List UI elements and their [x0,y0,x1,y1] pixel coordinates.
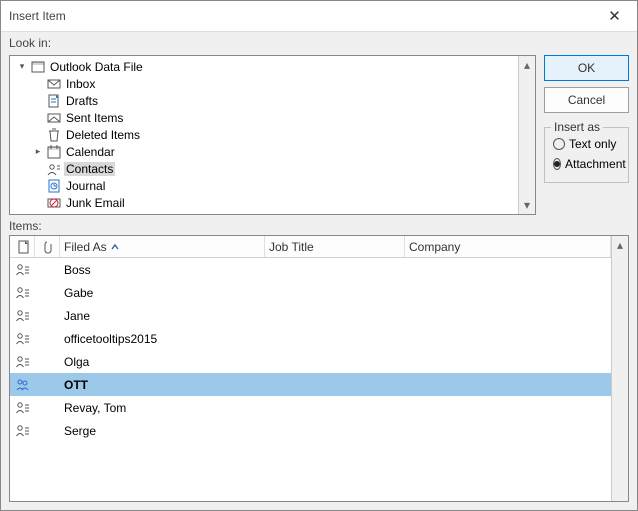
tree-item-label: Journal [64,179,107,193]
table-row[interactable]: Gabe [10,281,611,304]
items-grid[interactable]: Filed As Job Title Company Boss Gabe Jane o… [9,235,629,502]
radio-text-only[interactable]: Text only [553,134,620,154]
table-row[interactable]: Boss [10,258,611,281]
grid-scrollbar[interactable]: ▴ [611,236,628,501]
cancel-button[interactable]: Cancel [544,87,629,113]
column-icon[interactable] [10,236,35,257]
tree-item-label: Sent Items [64,111,125,125]
contact-icon [10,308,35,324]
tree-item[interactable]: Drafts [10,92,518,109]
drafts-icon [46,93,62,109]
scroll-down-icon[interactable]: ▾ [524,198,530,212]
tree-scrollbar[interactable]: ▴ ▾ [518,56,535,214]
tree-item[interactable]: Deleted Items [10,126,518,143]
tree-item-label: Inbox [64,77,97,91]
column-company[interactable]: Company [405,236,611,257]
tree-item-label: Junk Email [64,196,127,210]
column-job-title[interactable]: Job Title [265,236,405,257]
table-row[interactable]: Serge [10,419,611,442]
radio-attachment[interactable]: Attachment [553,154,620,174]
radio-label: Attachment [565,157,626,171]
table-row[interactable]: officetooltips2015 [10,327,611,350]
inbox-icon [46,76,62,92]
distlist-icon [10,377,35,393]
tree-item[interactable]: ▾ Outlook Data File [10,58,518,75]
cell-filed-as: Gabe [60,286,611,300]
contact-icon [10,354,35,370]
cell-filed-as: Serge [60,424,611,438]
calendar-icon [46,144,62,160]
tree-item[interactable]: Contacts [10,160,518,177]
window-title: Insert Item [9,9,592,23]
tree-item-label: Contacts [64,162,115,176]
radio-icon [553,138,565,150]
cell-filed-as: Jane [60,309,611,323]
sort-asc-icon [111,243,119,251]
contact-icon [10,285,35,301]
insert-as-group: Insert as Text only Attachment [544,127,629,183]
radio-icon [553,158,561,170]
tree-item-label: Deleted Items [64,128,142,142]
deleted-icon [46,127,62,143]
folder-tree[interactable]: ▾ Outlook Data File Inbox Drafts Sent Items D… [9,55,536,215]
chevron-down-icon[interactable]: ▾ [16,61,28,72]
cell-filed-as: Olga [60,355,611,369]
tree-item[interactable]: Junk Email [10,194,518,211]
tree-item[interactable]: Inbox [10,75,518,92]
contacts-icon [46,161,62,177]
scroll-up-icon[interactable]: ▴ [617,238,623,252]
column-filed-as[interactable]: Filed As [60,236,265,257]
close-button[interactable]: ✕ [592,1,637,31]
contact-icon [10,262,35,278]
table-row[interactable]: Olga [10,350,611,373]
column-attachment[interactable] [35,236,60,257]
insert-as-legend: Insert as [551,120,603,134]
titlebar: Insert Item ✕ [1,1,637,32]
tree-item-label: Drafts [64,94,100,108]
tree-item[interactable]: Journal [10,177,518,194]
table-row[interactable]: Revay, Tom [10,396,611,419]
document-icon [18,240,30,254]
ok-button[interactable]: OK [544,55,629,81]
insert-item-dialog: Insert Item ✕ Look in: ▾ Outlook Data Fil… [0,0,638,511]
contact-icon [10,331,35,347]
junk-icon [46,195,62,211]
cell-filed-as: officetooltips2015 [60,332,611,346]
look-in-label: Look in: [1,32,637,52]
datafile-icon [30,59,46,75]
paperclip-icon [43,240,55,254]
cell-filed-as: Boss [60,263,611,277]
cell-filed-as: Revay, Tom [60,401,611,415]
tree-item-label: Outlook Data File [48,60,145,74]
scroll-up-icon[interactable]: ▴ [524,58,530,72]
tree-item[interactable]: ▸ Calendar [10,143,518,160]
contact-icon [10,400,35,416]
contact-icon [10,423,35,439]
grid-header: Filed As Job Title Company [10,236,611,258]
sent-icon [46,110,62,126]
table-row[interactable]: OTT [10,373,611,396]
items-label: Items: [9,215,629,235]
radio-label: Text only [569,137,616,151]
tree-item[interactable]: Sent Items [10,109,518,126]
tree-item-label: Calendar [64,145,117,159]
cell-filed-as: OTT [60,378,611,392]
table-row[interactable]: Jane [10,304,611,327]
journal-icon [46,178,62,194]
chevron-right-icon[interactable]: ▸ [32,146,44,157]
